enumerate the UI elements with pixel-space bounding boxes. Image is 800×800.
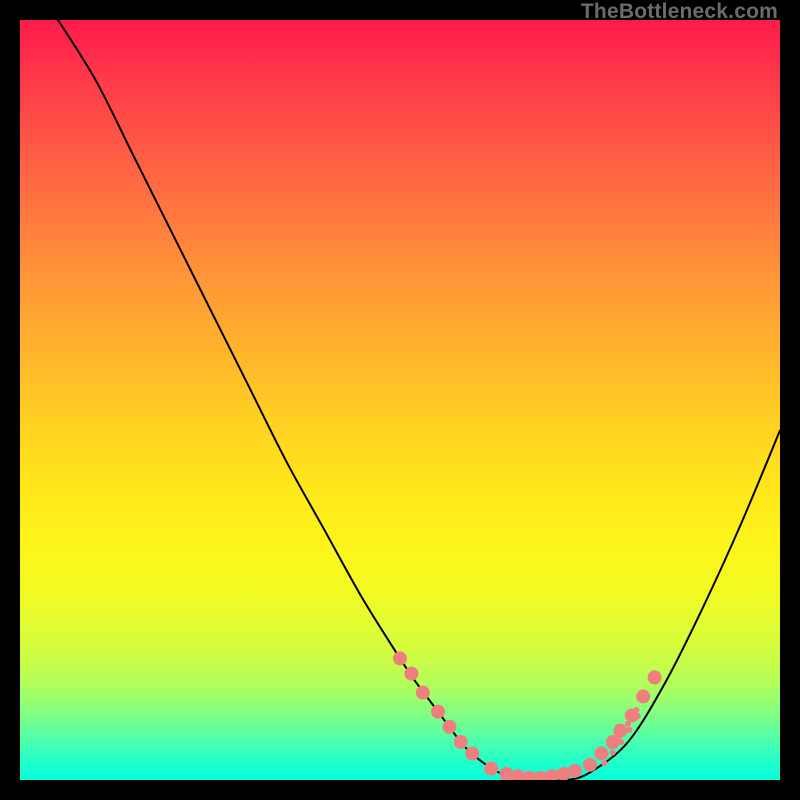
chart-frame: TheBottleneck.com	[0, 0, 800, 800]
series-bottleneck-curve	[58, 20, 780, 780]
marker-ticks-right	[618, 739, 624, 745]
marker-ticks-right	[627, 727, 633, 733]
marker-dots-left-branch	[465, 746, 479, 760]
marker-ticks-right	[600, 754, 606, 760]
marker-dots-left-branch	[393, 651, 407, 665]
marker-layer	[393, 651, 662, 780]
marker-dots-left-branch	[416, 686, 430, 700]
marker-dots-right-branch	[583, 758, 597, 772]
marker-dots-left-branch	[404, 667, 418, 681]
marker-ticks-right	[610, 750, 616, 756]
marker-dots-right-branch	[636, 689, 650, 703]
marker-ticks-right	[608, 744, 614, 750]
marker-dots-right-branch	[648, 670, 662, 684]
chart-svg	[20, 20, 780, 780]
marker-ticks-right	[635, 713, 641, 719]
marker-dots-left-branch	[431, 705, 445, 719]
marker-dots-left-branch	[442, 720, 456, 734]
curve-layer	[58, 20, 780, 780]
marker-dots-left-branch	[454, 735, 468, 749]
marker-dots-bottom	[568, 764, 582, 778]
marker-dots-bottom	[484, 762, 498, 776]
marker-ticks-right	[625, 721, 631, 727]
marker-ticks-right	[601, 760, 607, 766]
marker-ticks-right	[617, 733, 623, 739]
plot-area	[20, 20, 780, 780]
marker-ticks-right	[633, 707, 639, 713]
